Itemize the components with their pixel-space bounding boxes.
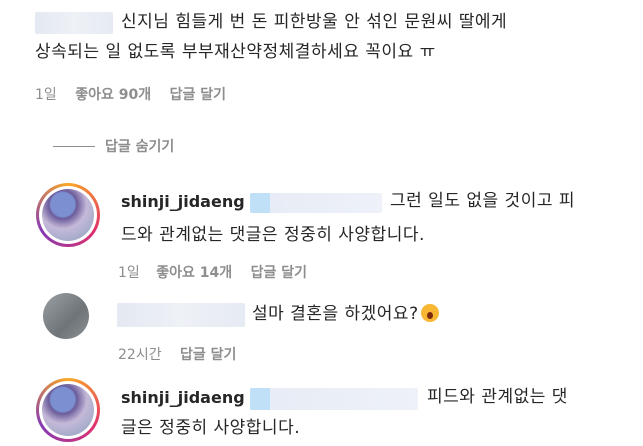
likes-count[interactable]: 좋아요 90개 — [75, 87, 151, 103]
reply-text: 설마 결혼을 하겠어요? — [252, 300, 439, 329]
reply-meta: 1일 좋아요 14개 답글 달기 — [118, 262, 307, 282]
comment-meta: 1일 좋아요 90개 답글 달기 — [35, 84, 226, 104]
blurred-mention — [250, 193, 382, 213]
likes-count[interactable]: 좋아요 14개 — [156, 265, 232, 281]
avatar[interactable] — [36, 378, 100, 442]
reply-time: 1일 — [118, 265, 140, 281]
reply-button[interactable]: 답글 달기 — [251, 265, 307, 281]
avatar[interactable] — [43, 293, 89, 339]
username[interactable]: shinji_jidaeng — [121, 388, 245, 407]
reply-text-line2: 드와 관계없는 댓글은 정중히 사양합니다. — [121, 225, 425, 245]
reply-time: 22시간 — [118, 347, 162, 363]
reply-meta: 22시간 답글 달기 — [118, 344, 236, 364]
comment-time: 1일 — [35, 87, 57, 103]
reply-button[interactable]: 답글 달기 — [180, 347, 236, 363]
username[interactable]: shinji_jidaeng — [121, 192, 245, 211]
comment-text-line2: 상속되는 일 없도록 부부재산약정체결하세요 꼭이요 ㅠ — [35, 42, 436, 62]
reply-text-line2: 글은 정중히 사양합니다. — [121, 418, 301, 438]
reply-text: 그런 일도 없을 것이고 피 — [390, 191, 576, 211]
astonished-emoji-icon — [420, 304, 439, 322]
replies-divider — [53, 146, 95, 147]
blurred-mention — [250, 388, 418, 410]
comment-text: 신지님 힘들게 번 돈 피한방울 안 섞인 문원씨 딸에게 — [121, 12, 508, 32]
blurred-username — [35, 12, 113, 34]
hide-replies-button[interactable]: 답글 숨기기 — [105, 136, 174, 156]
reply-button[interactable]: 답글 달기 — [170, 87, 226, 103]
reply-text: 피드와 관계없는 댓 — [427, 387, 568, 407]
avatar[interactable] — [36, 183, 100, 247]
blurred-username — [117, 303, 245, 327]
